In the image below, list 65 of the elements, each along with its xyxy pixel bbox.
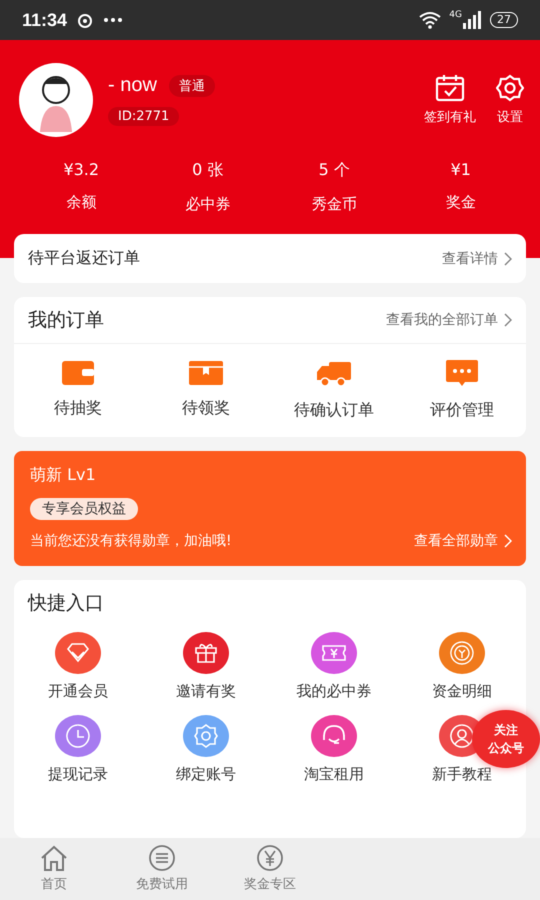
user-id: ID:2771 [108, 107, 180, 126]
follow-account-text[interactable]: 公众号 [488, 739, 524, 757]
settings-icon[interactable] [496, 74, 524, 102]
home-icon[interactable] [40, 845, 68, 871]
order-status-item[interactable]: 评价管理 [430, 400, 494, 421]
section-title: 我的订单 [28, 308, 105, 333]
clock-icon[interactable] [55, 715, 101, 757]
user-name: - now [108, 74, 157, 97]
follow-account-tooltip[interactable]: 关注 公众号 [472, 710, 540, 768]
ticket-icon[interactable] [311, 632, 357, 674]
more-icon [103, 17, 124, 23]
gift-icon[interactable] [183, 632, 229, 674]
member-benefits-button[interactable]: 专享会员权益 [30, 498, 138, 520]
pending-return-card[interactable]: 待平台返还订单 查看详情 [14, 234, 526, 283]
chevron-right-icon [504, 252, 512, 266]
money-bag-icon[interactable] [439, 632, 485, 674]
nav-tab[interactable]: 免费试用 [136, 875, 188, 893]
network-type: 4G [449, 10, 462, 20]
shortcut-label[interactable]: 淘宝租用 [304, 765, 364, 784]
truck-icon[interactable] [317, 360, 351, 388]
avatar[interactable] [18, 62, 94, 138]
chat-bubble-icon[interactable] [446, 360, 478, 388]
signal-icon [462, 11, 482, 29]
chevron-right-icon [504, 313, 512, 327]
shortcut-label[interactable]: 邀请有奖 [176, 682, 236, 701]
pending-return-title: 待平台返还订单 [28, 248, 141, 269]
stat-label: 秀金币 [312, 195, 357, 214]
wallet-icon[interactable] [62, 360, 94, 386]
member-level: 萌新 Lv1 [30, 465, 96, 486]
member-level-badge: 普通 [168, 74, 215, 96]
calendar-check-icon[interactable] [435, 74, 465, 102]
shortcut-label[interactable]: 我的必中券 [296, 682, 372, 701]
order-status-item[interactable]: 待确认订单 [294, 400, 374, 421]
follow-account-text[interactable]: 关注 [494, 721, 518, 739]
box-icon[interactable] [189, 360, 223, 386]
badge-message: 当前您还没有获得勋章，加油哦! [30, 532, 233, 550]
nav-tab[interactable]: 首页 [41, 875, 67, 893]
chevron-right-icon [504, 534, 512, 548]
stat-value: ¥1 [450, 160, 471, 179]
shortcut-label[interactable]: 绑定账号 [176, 765, 236, 784]
stat-label: 余额 [66, 193, 96, 212]
header-action-label[interactable]: 设置 [497, 108, 523, 126]
yen-circle-icon[interactable] [256, 845, 284, 871]
shortcut-label[interactable]: 提现记录 [48, 765, 108, 784]
headset-icon[interactable] [311, 715, 357, 757]
section-title: 快捷入口 [28, 591, 105, 616]
nav-tab[interactable]: 奖金专区 [244, 875, 296, 893]
stat-label: 必中券 [185, 195, 230, 214]
stat-value: 5 个 [318, 160, 350, 181]
view-details-link[interactable]: 查看详情 [442, 250, 498, 268]
shortcut-label[interactable]: 开通会员 [48, 682, 108, 701]
list-circle-icon[interactable] [148, 845, 176, 871]
header-action-label[interactable]: 签到有礼 [424, 108, 476, 126]
status-time: 11:34 [22, 10, 68, 30]
stat-value: 0 张 [192, 160, 224, 181]
battery-level: 27 [490, 12, 518, 28]
shortcut-label[interactable]: 资金明细 [432, 682, 492, 701]
gear-icon[interactable] [183, 715, 229, 757]
order-status-item[interactable]: 待领奖 [182, 398, 230, 419]
order-status-item[interactable]: 待抽奖 [54, 398, 102, 419]
view-all-orders-link[interactable]: 查看我的全部订单 [386, 311, 498, 329]
stat-label: 奖金 [446, 193, 476, 212]
wifi-icon [419, 11, 442, 29]
shortcut-label[interactable]: 新手教程 [432, 765, 492, 784]
stat-value: ¥3.2 [63, 160, 100, 179]
